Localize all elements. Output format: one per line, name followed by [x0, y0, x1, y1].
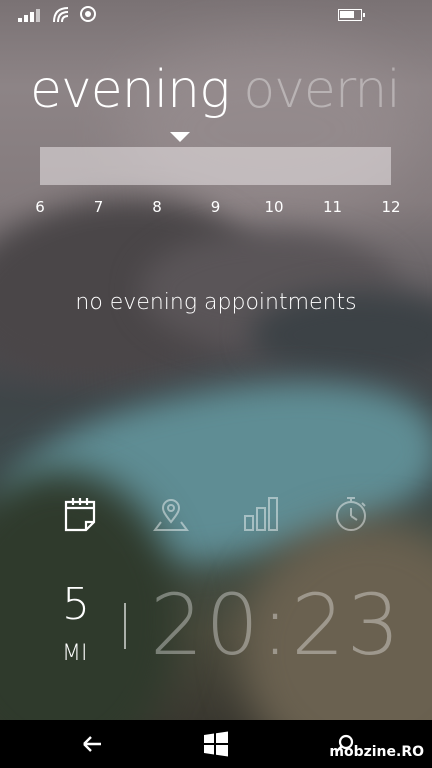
pivot-header: evening overni	[30, 55, 410, 125]
date-time-display: 5 MI 20:23	[0, 575, 432, 685]
timeline-bar[interactable]	[40, 147, 391, 185]
signal-icon	[18, 6, 44, 22]
day-of-week: MI	[62, 641, 88, 666]
hour-label: 9	[210, 198, 221, 216]
bar-chart-icon[interactable]	[239, 492, 283, 536]
divider	[124, 603, 126, 649]
current-time-marker-icon	[170, 132, 190, 142]
hour-label: 8	[152, 198, 162, 216]
stopwatch-icon[interactable]	[329, 492, 373, 536]
status-bar	[0, 0, 432, 30]
record-icon	[80, 6, 96, 22]
hour-label: 12	[381, 198, 401, 216]
map-pin-icon[interactable]	[149, 492, 193, 536]
pivot-item-overnight[interactable]: overni	[243, 60, 400, 120]
calendar-icon[interactable]	[58, 492, 102, 536]
day-number: 5	[62, 579, 90, 630]
hour-label: 11	[322, 198, 343, 216]
app-bar	[0, 492, 432, 538]
clock: 20:23	[150, 576, 403, 674]
timeline-hours: 6 7 8 9 10 11 12	[35, 198, 400, 218]
battery-icon	[338, 9, 365, 21]
pivot-item-evening[interactable]: evening	[30, 60, 230, 120]
empty-appointments-message: no evening appointments	[75, 290, 357, 315]
watermark: mobzine.RO	[329, 744, 424, 760]
hour-label: 6	[35, 198, 45, 216]
back-icon[interactable]	[76, 728, 108, 760]
wifi-icon	[52, 6, 72, 24]
hour-label: 10	[264, 198, 284, 216]
hour-label: 7	[93, 198, 104, 216]
windows-icon[interactable]	[200, 728, 232, 760]
